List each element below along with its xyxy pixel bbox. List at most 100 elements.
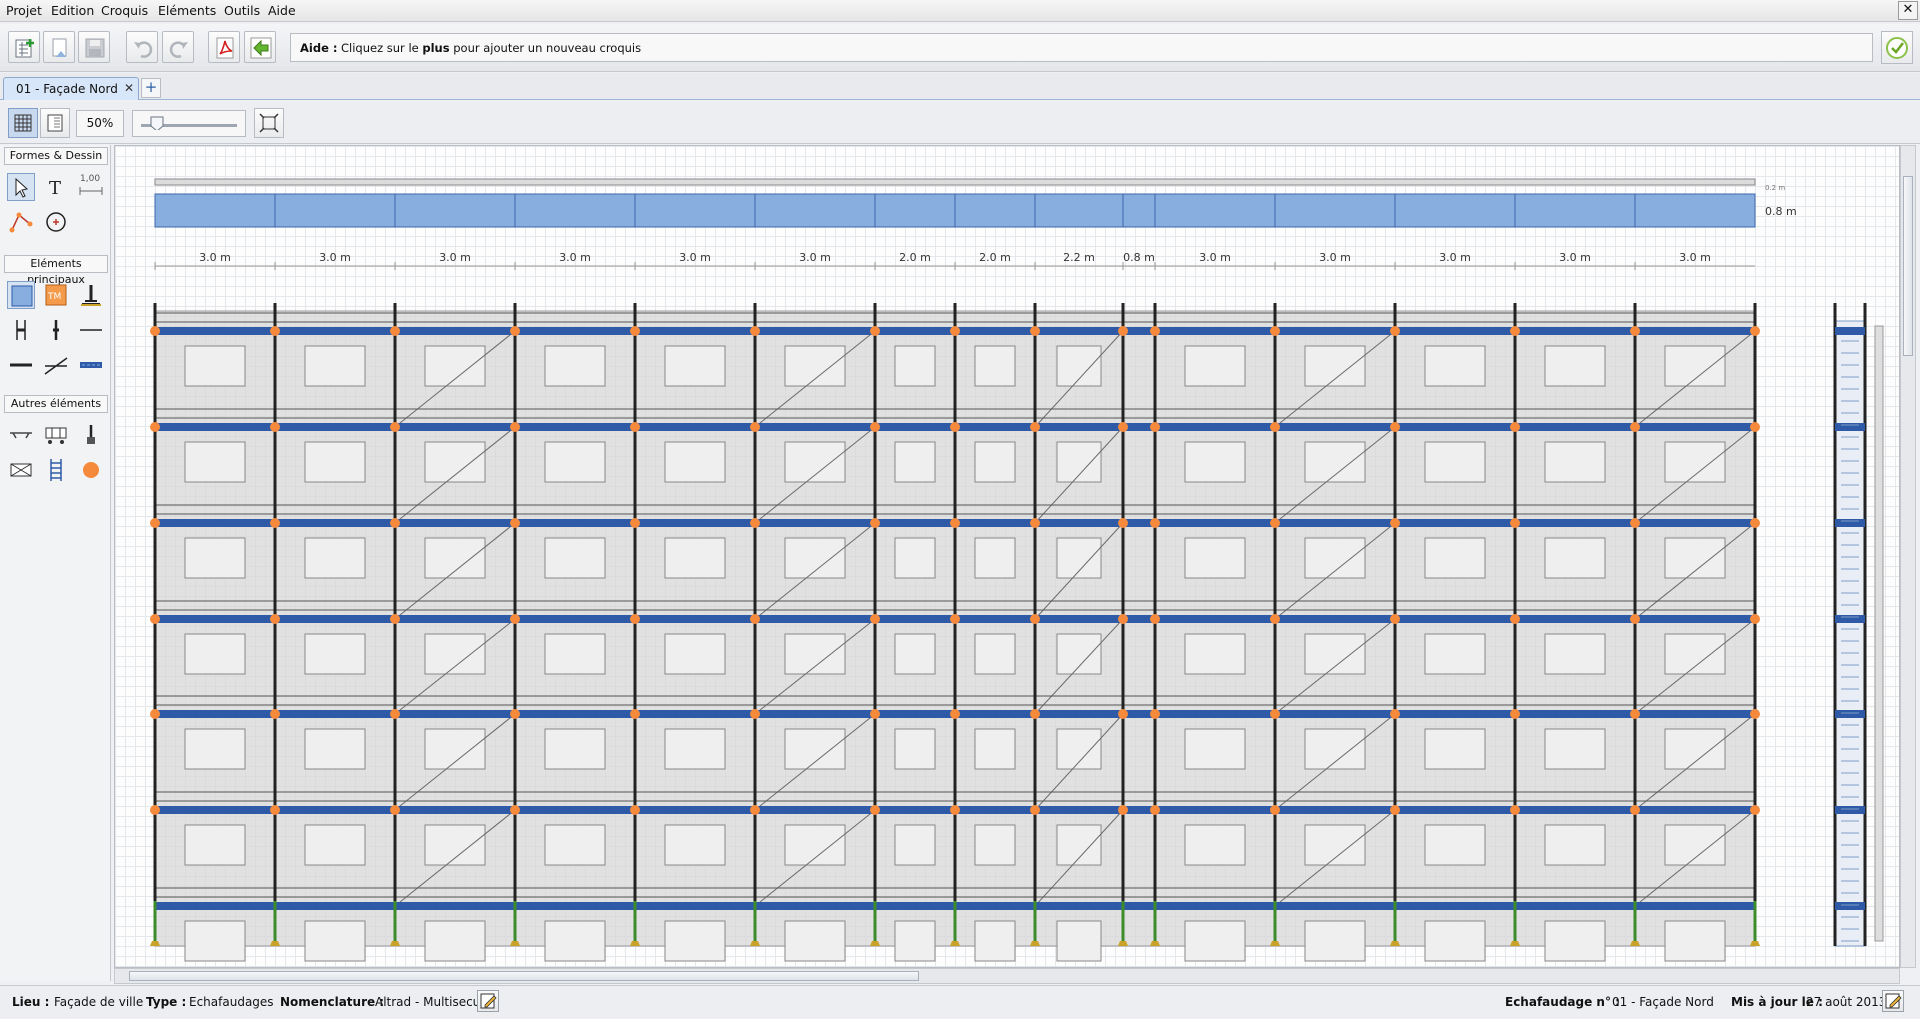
vertical-scrollbar[interactable] bbox=[1900, 145, 1916, 968]
text-tool[interactable]: T bbox=[42, 173, 70, 201]
facade-window[interactable] bbox=[424, 824, 486, 866]
facade-window[interactable] bbox=[664, 441, 726, 483]
menu-outils[interactable]: Outils bbox=[224, 3, 260, 18]
facade-window[interactable] bbox=[1184, 537, 1246, 579]
facade-window[interactable] bbox=[184, 920, 246, 962]
facade-window[interactable] bbox=[894, 345, 936, 387]
facade-window[interactable] bbox=[1056, 920, 1102, 962]
coupler-node[interactable] bbox=[870, 709, 880, 719]
add-sketch-button[interactable]: + bbox=[141, 78, 161, 98]
coupler-node[interactable] bbox=[870, 518, 880, 528]
edit-date-button[interactable] bbox=[1882, 990, 1904, 1012]
coupler-node[interactable] bbox=[1118, 805, 1128, 815]
side-deck[interactable] bbox=[1835, 615, 1865, 623]
post-tool[interactable] bbox=[42, 316, 70, 344]
coupler-node[interactable] bbox=[750, 422, 760, 432]
bay-width-label[interactable]: 2.0 m bbox=[899, 251, 931, 264]
facade-window[interactable] bbox=[664, 633, 726, 675]
facade-window[interactable] bbox=[544, 920, 606, 962]
facade-window[interactable] bbox=[424, 345, 486, 387]
facade-window[interactable] bbox=[1304, 728, 1366, 770]
coupler-node[interactable] bbox=[390, 614, 400, 624]
facade-window[interactable] bbox=[184, 345, 246, 387]
trolley-tool[interactable] bbox=[42, 421, 70, 449]
facade-window[interactable] bbox=[304, 824, 366, 866]
coupler-node[interactable] bbox=[1390, 422, 1400, 432]
facade-window[interactable] bbox=[304, 633, 366, 675]
coupler-node[interactable] bbox=[950, 805, 960, 815]
facade-window[interactable] bbox=[894, 920, 936, 962]
window-close-button[interactable]: ✕ bbox=[1898, 1, 1918, 20]
coupler-node[interactable] bbox=[1750, 614, 1760, 624]
undo-button[interactable] bbox=[126, 31, 158, 63]
diagonal-tool[interactable] bbox=[42, 351, 70, 379]
facade-window[interactable] bbox=[894, 537, 936, 579]
coupler-node[interactable] bbox=[1030, 422, 1040, 432]
coupler-node[interactable] bbox=[1750, 805, 1760, 815]
bay-width-label[interactable]: 3.0 m bbox=[559, 251, 591, 264]
coupler-node[interactable] bbox=[1390, 805, 1400, 815]
coupler-node[interactable] bbox=[1750, 422, 1760, 432]
coupler-node[interactable] bbox=[510, 805, 520, 815]
bay-width-label[interactable]: 3.0 m bbox=[439, 251, 471, 264]
bay-width-label[interactable]: 0.8 m bbox=[1123, 251, 1155, 264]
facade-window[interactable] bbox=[1664, 345, 1726, 387]
facade-window[interactable] bbox=[1424, 728, 1486, 770]
plan-depth-label[interactable]: 0.8 m bbox=[1765, 205, 1797, 218]
facade-window[interactable] bbox=[1664, 728, 1726, 770]
facade-window[interactable] bbox=[784, 824, 846, 866]
coupler-node[interactable] bbox=[510, 422, 520, 432]
edit-info-button[interactable] bbox=[477, 990, 499, 1012]
coupler-node[interactable] bbox=[870, 805, 880, 815]
export-pdf-button[interactable] bbox=[208, 31, 240, 63]
bay-width-label[interactable]: 2.0 m bbox=[979, 251, 1011, 264]
facade-window[interactable] bbox=[1544, 824, 1606, 866]
coupler-node[interactable] bbox=[630, 614, 640, 624]
hoist-tool[interactable] bbox=[7, 456, 35, 484]
side-deck[interactable] bbox=[1835, 902, 1865, 910]
bay-width-label[interactable]: 3.0 m bbox=[319, 251, 351, 264]
coupler-node[interactable] bbox=[630, 326, 640, 336]
coupler-node[interactable] bbox=[1150, 709, 1160, 719]
anchor-tool[interactable] bbox=[77, 421, 105, 449]
facade-window[interactable] bbox=[544, 824, 606, 866]
coupler-node[interactable] bbox=[1630, 614, 1640, 624]
coupler-node[interactable] bbox=[390, 518, 400, 528]
coupler-node[interactable] bbox=[390, 709, 400, 719]
facade-window[interactable] bbox=[304, 728, 366, 770]
facade-window[interactable] bbox=[894, 441, 936, 483]
facade-window[interactable] bbox=[784, 920, 846, 962]
menu-projet[interactable]: Projet bbox=[6, 3, 42, 18]
tm-tool[interactable]: TM bbox=[42, 281, 70, 309]
facade-window[interactable] bbox=[1424, 633, 1486, 675]
side-deck[interactable] bbox=[1835, 710, 1865, 718]
coupler-node[interactable] bbox=[1750, 326, 1760, 336]
facade-window[interactable] bbox=[424, 537, 486, 579]
coupler-node[interactable] bbox=[1150, 518, 1160, 528]
facade-window[interactable] bbox=[974, 920, 1016, 962]
facade-window[interactable] bbox=[974, 633, 1016, 675]
facade-window[interactable] bbox=[1424, 824, 1486, 866]
coupler-node[interactable] bbox=[1030, 805, 1040, 815]
coupler-node[interactable] bbox=[150, 614, 160, 624]
side-wall[interactable] bbox=[1874, 325, 1884, 942]
bay-width-label[interactable]: 3.0 m bbox=[679, 251, 711, 264]
base-jack-tool[interactable] bbox=[77, 281, 105, 309]
facade-window[interactable] bbox=[1056, 537, 1102, 579]
coupler-node[interactable] bbox=[750, 518, 760, 528]
facade-window[interactable] bbox=[544, 728, 606, 770]
coupler-node[interactable] bbox=[1750, 518, 1760, 528]
guardrail-tool[interactable] bbox=[7, 351, 35, 379]
facade-window[interactable] bbox=[544, 537, 606, 579]
open-button[interactable] bbox=[43, 31, 75, 63]
coupler-node[interactable] bbox=[1270, 518, 1280, 528]
coupler-node[interactable] bbox=[1390, 326, 1400, 336]
coupler-node[interactable] bbox=[870, 422, 880, 432]
polyline-tool[interactable] bbox=[7, 208, 35, 236]
coupler-node[interactable] bbox=[150, 709, 160, 719]
facade-window[interactable] bbox=[184, 824, 246, 866]
facade-window[interactable] bbox=[784, 441, 846, 483]
scroll-thumb[interactable] bbox=[1903, 176, 1913, 356]
facade-window[interactable] bbox=[974, 345, 1016, 387]
facade-window[interactable] bbox=[1304, 633, 1366, 675]
